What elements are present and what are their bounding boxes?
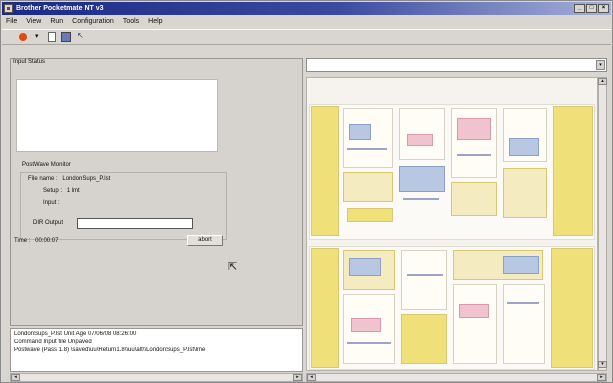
file-name-row: File name : LondonSups_P.lst xyxy=(28,176,110,182)
preview-thumbnail xyxy=(401,314,447,364)
preview-thumbnail xyxy=(509,138,539,156)
menu-configuration[interactable]: Configuration xyxy=(72,16,114,28)
log-line: Postwave (Pass 1.8) \saved\uu\Return1.8\… xyxy=(14,347,206,353)
preview-text-line xyxy=(457,154,491,156)
scroll-up-button[interactable]: ▴ xyxy=(598,78,607,85)
title-bar[interactable]: Brother Pocketmate NT v3 _ □ × xyxy=(2,2,611,15)
input-text-area[interactable] xyxy=(16,79,218,152)
input-label: Input : xyxy=(43,200,60,206)
preview-thumbnail xyxy=(311,106,339,236)
help-pointer-icon[interactable] xyxy=(76,31,86,42)
preview-thumbnail xyxy=(451,182,497,216)
preview-text-line xyxy=(403,198,439,200)
document-icon[interactable] xyxy=(48,32,56,42)
dir-output-field[interactable] xyxy=(77,218,193,229)
window-title: Brother Pocketmate NT v3 xyxy=(16,5,104,12)
application-window: Brother Pocketmate NT v3 _ □ × File View… xyxy=(0,0,613,383)
maximize-button[interactable]: □ xyxy=(586,4,597,13)
preview-thumbnail xyxy=(347,208,393,222)
time-row: Time : 00:00:07 xyxy=(14,238,58,244)
dropdown-icon[interactable] xyxy=(33,32,43,42)
preview-text-line xyxy=(347,342,391,344)
setup-row: Setup : 1 lmt xyxy=(43,188,80,194)
window-controls: _ □ × xyxy=(574,4,609,13)
preview-vertical-scrollbar[interactable]: ▴ ▾ xyxy=(598,77,607,371)
toolbar xyxy=(2,29,611,45)
dir-output-label: DIR Output xyxy=(33,220,64,226)
preview-thumbnail xyxy=(311,248,339,368)
scroll-down-button[interactable]: ▾ xyxy=(598,361,607,368)
preview-thumbnail xyxy=(457,118,491,140)
page-preview[interactable] xyxy=(306,77,598,371)
close-button[interactable]: × xyxy=(598,4,609,13)
preview-thumbnail xyxy=(399,166,445,192)
minimize-button[interactable]: _ xyxy=(574,4,585,13)
input-row: Input : xyxy=(43,200,64,206)
preview-thumbnail xyxy=(453,284,497,364)
file-name-label: File name : xyxy=(28,176,58,182)
preview-thumbnail xyxy=(503,284,545,364)
preview-text-line xyxy=(347,148,387,150)
preview-thumbnail xyxy=(459,304,489,318)
time-value: 00:00:07 xyxy=(35,238,59,244)
preview-thumbnail xyxy=(503,256,539,274)
menu-file[interactable]: File xyxy=(6,16,17,28)
log-output[interactable]: LondonSups_P.lst Unit Age 07/06/08 08:26… xyxy=(10,328,303,372)
menu-bar: File View Run Configuration Tools Help xyxy=(2,16,611,28)
preview-thumbnail xyxy=(349,124,371,140)
log-line: LondonSups_P.lst Unit Age 07/06/08 08:26… xyxy=(14,331,137,337)
menu-view[interactable]: View xyxy=(26,16,41,28)
setup-label: Setup : xyxy=(43,188,63,194)
preview-thumbnail xyxy=(351,318,381,332)
scroll-left-button[interactable]: ◂ xyxy=(307,374,316,381)
preview-thumbnail xyxy=(401,250,447,310)
preview-thumbnail xyxy=(553,106,593,236)
scroll-right-button[interactable]: ▸ xyxy=(597,374,606,381)
log-horizontal-scrollbar[interactable]: ◂ ▸ xyxy=(10,373,303,382)
setup-value: 1 lmt xyxy=(66,188,80,194)
run-icon[interactable] xyxy=(18,32,28,42)
preview-text-line xyxy=(407,274,443,276)
input-status-panel: Input Status PostWave Monitor File name … xyxy=(10,58,303,326)
preview-thumbnail xyxy=(343,172,393,202)
panel-title: Input Status xyxy=(13,59,46,65)
preview-thumbnail xyxy=(551,248,593,368)
menu-tools[interactable]: Tools xyxy=(123,16,139,28)
abort-button[interactable]: abort xyxy=(187,235,223,246)
file-name-value: LondonSups_P.lst xyxy=(62,176,111,182)
dir-output-row: DIR Output xyxy=(33,220,63,226)
app-icon[interactable] xyxy=(4,4,13,13)
menu-run[interactable]: Run xyxy=(50,16,63,28)
time-label: Time : xyxy=(14,238,31,244)
group-title: PostWave Monitor xyxy=(22,162,71,168)
preview-thumbnail xyxy=(407,134,433,146)
menu-help[interactable]: Help xyxy=(148,16,162,28)
scroll-right-button[interactable]: ▸ xyxy=(293,374,302,381)
address-dropdown-button[interactable]: ▾ xyxy=(596,60,605,70)
monitor-group-frame xyxy=(20,172,227,240)
preview-horizontal-scrollbar[interactable]: ◂ ▸ xyxy=(306,373,607,382)
preview-thumbnail xyxy=(349,258,381,276)
save-icon[interactable] xyxy=(61,32,71,42)
preview-text-line xyxy=(507,302,539,304)
preview-address-bar[interactable]: ▾ xyxy=(306,58,607,72)
scroll-left-button[interactable]: ◂ xyxy=(11,374,20,381)
log-line: Command Input file Unpaved xyxy=(14,339,92,345)
mouse-cursor-icon: ⇱ xyxy=(228,261,238,273)
preview-thumbnail xyxy=(503,168,547,218)
